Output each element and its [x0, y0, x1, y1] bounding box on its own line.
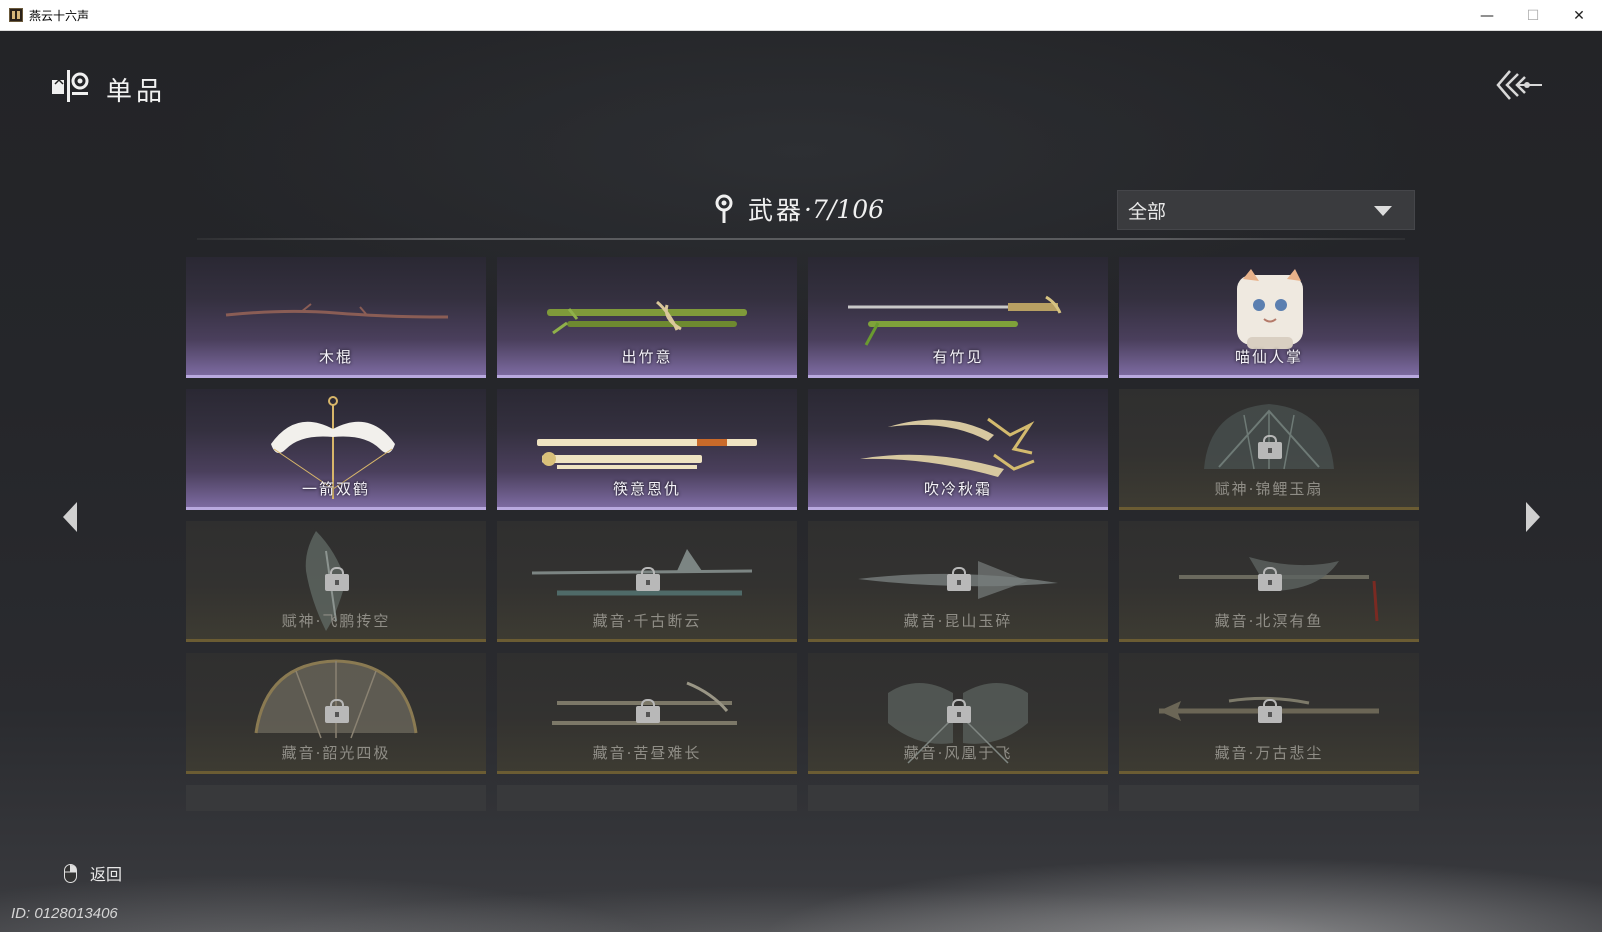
item-name: 一箭双鹤: [301, 480, 370, 498]
item-name: 吹冷秋霜: [923, 480, 992, 498]
item-card[interactable]: 藏音·风凰于飞: [808, 653, 1108, 774]
item-name: 藏音·风凰于飞: [903, 744, 1013, 762]
user-id: ID: 0128013406: [11, 905, 118, 922]
item-name: 筷意恩仇: [612, 480, 681, 498]
game-viewport: 单品 武器 ·7/106 全部 木棍 出竹意 有竹见 喵仙人掌一箭双鹤 筷意恩仇 吹冷秋霜…: [0, 31, 1602, 932]
lock-icon: [325, 567, 349, 591]
app-icon: [9, 8, 23, 22]
item-card-partial[interactable]: [186, 785, 486, 811]
close-button[interactable]: ✕: [1556, 0, 1602, 31]
category-count: ·7/106: [804, 194, 885, 224]
item-name: 木棍: [318, 348, 353, 366]
item-card-partial[interactable]: [497, 785, 797, 811]
collection-logo-icon: [52, 70, 89, 102]
filter-selected: 全部: [1128, 200, 1167, 223]
item-name: 赋神·飞鹏抟空: [281, 612, 391, 630]
item-card[interactable]: 藏音·千古断云: [497, 521, 797, 642]
item-name: 藏音·韶光四极: [281, 744, 391, 762]
item-card[interactable]: 木棍: [186, 257, 486, 378]
lock-icon: [1258, 567, 1282, 591]
item-card[interactable]: 藏音·北溟有鱼: [1119, 521, 1419, 642]
back-hint[interactable]: 返回: [64, 861, 122, 885]
lock-icon: [325, 699, 349, 723]
window-controls: — ☐ ✕: [1464, 0, 1602, 31]
item-card-partial[interactable]: [1119, 785, 1419, 811]
minimize-button[interactable]: —: [1464, 0, 1510, 31]
item-card[interactable]: 喵仙人掌: [1119, 257, 1419, 378]
item-card[interactable]: 吹冷秋霜: [808, 389, 1108, 510]
category-header: 武器 ·7/106: [714, 189, 884, 229]
item-card-partial[interactable]: [808, 785, 1108, 811]
maximize-button[interactable]: ☐: [1510, 0, 1556, 31]
item-name: 藏音·北溟有鱼: [1214, 612, 1324, 630]
item-name: 有竹见: [932, 348, 984, 366]
back-label: 返回: [90, 865, 123, 884]
item-name: 出竹意: [621, 348, 673, 366]
lock-icon: [636, 567, 660, 591]
item-card[interactable]: 一箭双鹤: [186, 389, 486, 510]
item-card[interactable]: 有竹见: [808, 257, 1108, 378]
item-card[interactable]: 藏音·苦昼难长: [497, 653, 797, 774]
prev-page-arrow-icon[interactable]: [61, 500, 79, 534]
divider: [197, 238, 1405, 240]
window-titlebar: 燕云十六声 — ☐ ✕: [0, 0, 1602, 31]
lock-icon: [947, 567, 971, 591]
item-name: 赋神·锦鲤玉扇: [1214, 480, 1324, 498]
mouse-icon: [64, 863, 77, 883]
item-card[interactable]: 筷意恩仇: [497, 389, 797, 510]
item-card[interactable]: 藏音·万古悲尘: [1119, 653, 1419, 774]
item-name: 藏音·苦昼难长: [592, 744, 702, 762]
item-card[interactable]: 赋神·锦鲤玉扇: [1119, 389, 1419, 510]
item-card[interactable]: 藏音·韶光四极: [186, 653, 486, 774]
item-card[interactable]: 藏音·昆山玉碎: [808, 521, 1108, 642]
chevron-down-icon: [1374, 206, 1392, 216]
filter-dropdown[interactable]: 全部: [1117, 190, 1415, 230]
lock-icon: [947, 699, 971, 723]
item-name: 藏音·万古悲尘: [1214, 744, 1324, 762]
item-card[interactable]: 出竹意: [497, 257, 797, 378]
lock-icon: [636, 699, 660, 723]
item-name: 藏音·昆山玉碎: [903, 612, 1013, 630]
lock-icon: [1258, 435, 1282, 459]
window-title: 燕云十六声: [29, 8, 90, 23]
item-card[interactable]: 赋神·飞鹏抟空: [186, 521, 486, 642]
item-name: 藏音·千古断云: [592, 612, 702, 630]
lock-icon: [1258, 699, 1282, 723]
back-arrow-icon[interactable]: [1496, 68, 1544, 102]
location-pin-icon: [715, 194, 733, 223]
next-page-arrow-icon[interactable]: [1524, 500, 1542, 534]
page-title: 单品: [106, 77, 167, 107]
item-name: 喵仙人掌: [1234, 348, 1303, 366]
category-name: 武器: [748, 196, 805, 225]
